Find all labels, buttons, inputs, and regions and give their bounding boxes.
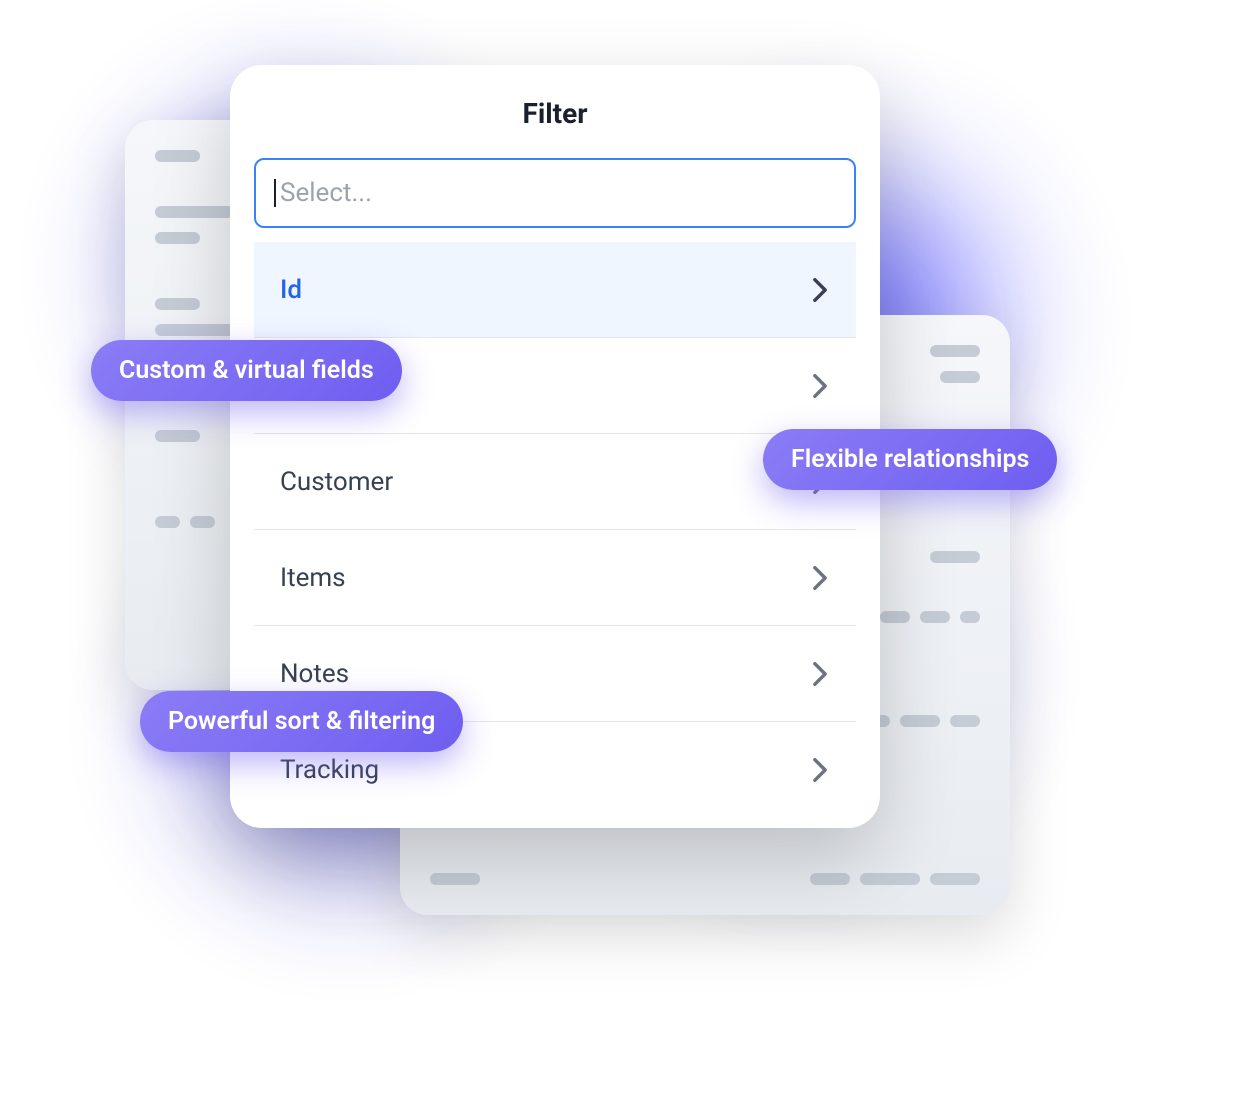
chevron-right-icon: [810, 280, 830, 300]
filter-option-label: Items: [280, 563, 346, 593]
filter-option-label: Customer: [280, 467, 393, 497]
badge-relationships: Flexible relationships: [763, 429, 1057, 490]
select-input[interactable]: Select...: [254, 158, 856, 228]
filter-option-label: Notes: [280, 659, 349, 689]
chevron-right-icon: [810, 760, 830, 780]
filter-option-label: Id: [280, 275, 302, 305]
filter-title: Filter: [230, 97, 880, 130]
badge-custom-fields: Custom & virtual fields: [91, 340, 402, 401]
chevron-right-icon: [810, 664, 830, 684]
select-placeholder: Select...: [280, 178, 372, 208]
text-cursor: [274, 179, 276, 207]
filter-option-label: Tracking: [280, 755, 379, 785]
filter-option-items[interactable]: Items: [254, 530, 856, 626]
badge-sort-filter: Powerful sort & filtering: [140, 691, 463, 752]
chevron-right-icon: [810, 568, 830, 588]
chevron-right-icon: [810, 376, 830, 396]
filter-option-id[interactable]: Id: [254, 242, 856, 338]
